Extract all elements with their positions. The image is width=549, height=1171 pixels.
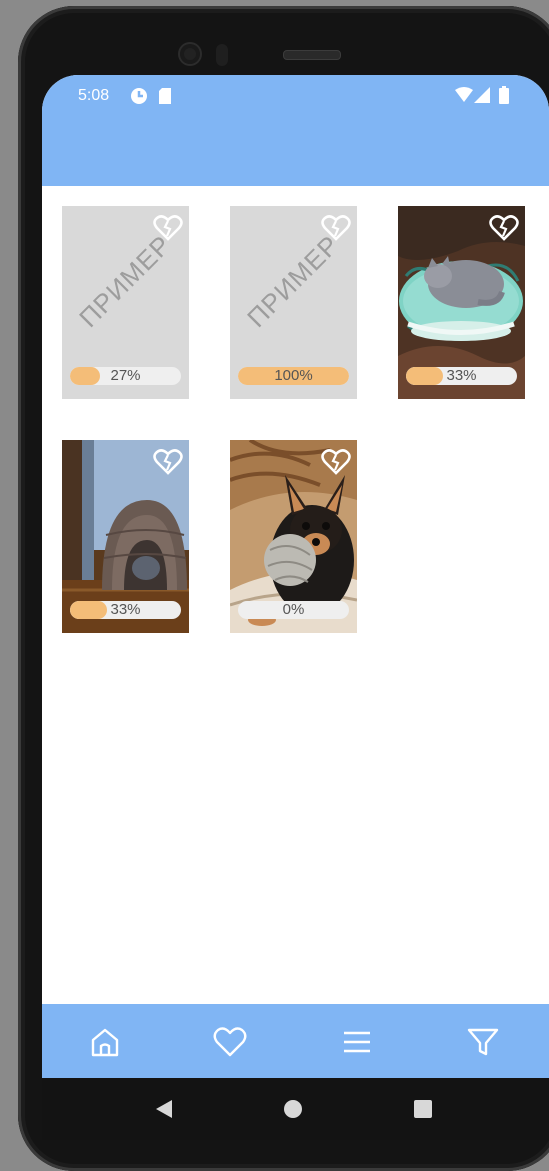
progress-bar: 33% xyxy=(406,367,517,385)
gallery-grid: ПРИМЕР 27% ПРИМЕР 100% 33% 33% 0% xyxy=(42,186,549,1004)
placeholder-watermark: ПРИМЕР xyxy=(241,229,346,334)
bottom-navigation xyxy=(42,1004,549,1078)
progress-label: 27% xyxy=(110,367,141,384)
favorite-icon[interactable] xyxy=(321,214,351,242)
earpiece-speaker xyxy=(283,50,341,60)
recents-icon[interactable] xyxy=(413,1098,433,1125)
back-icon[interactable] xyxy=(154,1098,174,1125)
home-circle-icon[interactable] xyxy=(283,1098,303,1125)
gallery-card[interactable]: ПРИМЕР 100% xyxy=(230,206,357,399)
gallery-card[interactable]: 0% xyxy=(230,440,357,633)
progress-label: 33% xyxy=(110,601,141,618)
favorite-icon[interactable] xyxy=(153,214,183,242)
cell-signal-icon xyxy=(474,87,490,108)
home-icon[interactable] xyxy=(87,1024,123,1060)
front-camera xyxy=(180,44,200,64)
progress-bar: 27% xyxy=(70,367,181,385)
status-time: 5:08 xyxy=(78,87,110,104)
filter-icon[interactable] xyxy=(465,1024,501,1060)
gallery-card[interactable]: 33% xyxy=(398,206,525,399)
wifi-icon xyxy=(455,87,473,108)
top-app-bar: 5:08 xyxy=(42,75,549,186)
progress-bar: 33% xyxy=(70,601,181,619)
system-navigation-bar xyxy=(42,1078,549,1140)
progress-bar: 0% xyxy=(238,601,349,619)
progress-label: 33% xyxy=(446,367,477,384)
heart-icon[interactable] xyxy=(212,1024,248,1060)
gallery-card[interactable]: ПРИМЕР 27% xyxy=(62,206,189,399)
progress-label: 0% xyxy=(282,601,305,618)
favorite-icon[interactable] xyxy=(153,448,183,476)
progress-bar: 100% xyxy=(238,367,349,385)
battery-icon xyxy=(499,86,509,109)
favorite-icon[interactable] xyxy=(489,214,519,242)
favorite-icon[interactable] xyxy=(321,448,351,476)
status-bar: 5:08 xyxy=(42,75,549,119)
menu-icon[interactable] xyxy=(339,1024,375,1060)
placeholder-watermark: ПРИМЕР xyxy=(73,229,178,334)
proximity-sensor xyxy=(216,44,228,66)
sd-card-icon xyxy=(158,87,172,110)
app-screen: 5:08 ПРИМЕР 27% ПРИМЕР 100% 33% 33% 0% xyxy=(42,75,549,1078)
data-saver-icon xyxy=(130,87,148,110)
progress-label: 100% xyxy=(274,367,313,384)
gallery-card[interactable]: 33% xyxy=(62,440,189,633)
